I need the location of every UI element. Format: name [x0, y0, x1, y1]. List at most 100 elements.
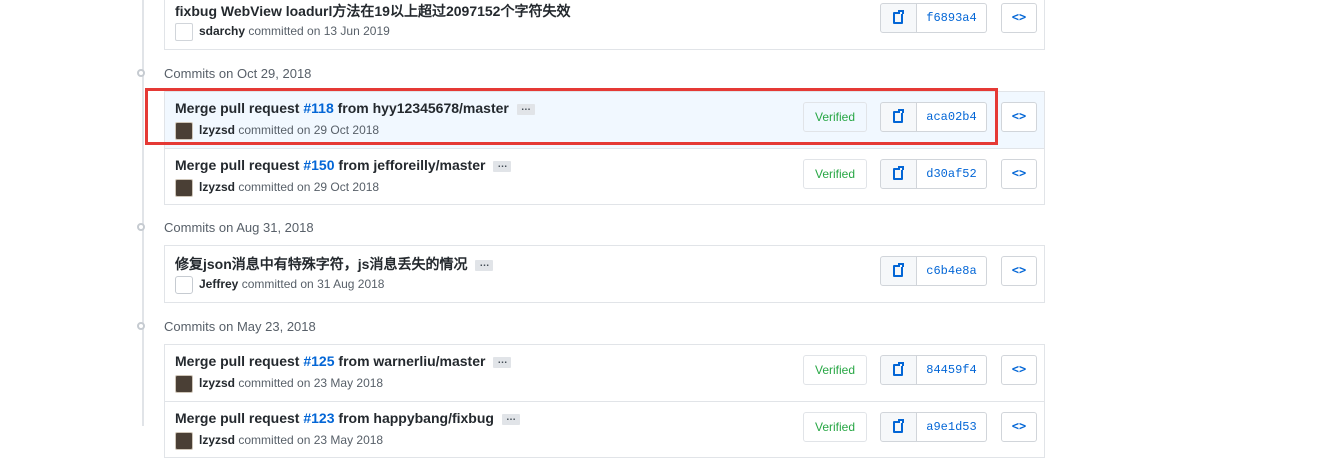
commit-meta: Jeffrey committed on 31 Aug 2018 [175, 276, 384, 294]
commit-row: Merge pull request #118 from hyy12345678… [165, 92, 1044, 148]
clipboard-icon [893, 419, 904, 433]
commit-message[interactable]: Merge pull request #125 from warnerliu/m… [175, 353, 512, 369]
expand-message-button[interactable]: … [475, 258, 494, 271]
sha-link[interactable]: a9e1d53 [917, 412, 987, 442]
commit-title-rest[interactable]: from hyy12345678/master [334, 100, 509, 116]
commit-row: fixbug WebView loadurl方法在19以上超过2097152个字… [165, 0, 1044, 49]
expand-message-button[interactable]: … [501, 412, 520, 425]
commit-group-box: fixbug WebView loadurl方法在19以上超过2097152个字… [164, 0, 1045, 50]
commit-title[interactable]: Merge pull request [175, 410, 303, 426]
commit-group-dot-icon [137, 69, 145, 77]
commit-title-rest[interactable]: from warnerliu/master [335, 353, 485, 369]
commit-title[interactable]: Merge pull request [175, 100, 303, 116]
sha-button-group: aca02b4 [880, 102, 987, 132]
copy-sha-button[interactable] [880, 412, 917, 442]
author-link[interactable]: lzyzsd [199, 433, 235, 447]
commit-title[interactable]: Merge pull request [175, 353, 303, 369]
author-link[interactable]: lzyzsd [199, 376, 235, 390]
sha-button-group: 84459f4 [880, 355, 987, 385]
copy-sha-button[interactable] [880, 256, 917, 286]
pull-request-link[interactable]: #123 [303, 410, 334, 426]
commit-meta: sdarchy committed on 13 Jun 2019 [175, 23, 390, 41]
sha-button-group: f6893a4 [880, 3, 987, 33]
pull-request-link[interactable]: #118 [303, 100, 333, 116]
author-link[interactable]: Jeffrey [199, 277, 238, 291]
commit-group-title: Commits on May 23, 2018 [164, 319, 316, 334]
commit-meta: lzyzsd committed on 23 May 2018 [175, 375, 383, 393]
commit-group-dot-icon [137, 223, 145, 231]
browse-code-button[interactable]: <> [1001, 355, 1037, 385]
commit-group-dot-icon [137, 322, 145, 330]
avatar[interactable] [175, 23, 193, 41]
commit-group-box: Merge pull request #125 from warnerliu/m… [164, 344, 1045, 458]
commit-date: committed on 29 Oct 2018 [238, 123, 380, 138]
avatar[interactable] [175, 122, 193, 140]
commit-group-box: Merge pull request #118 from hyy12345678… [164, 91, 1045, 205]
commit-group-title: Commits on Oct 29, 2018 [164, 66, 312, 81]
commit-title-rest[interactable]: from happybang/fixbug [335, 410, 494, 426]
clipboard-icon [893, 166, 904, 180]
author-link[interactable]: sdarchy [199, 24, 245, 38]
commit-title[interactable]: 修复json消息中有特殊字符，js消息丢失的情况 [175, 256, 467, 272]
author-link[interactable]: lzyzsd [199, 123, 235, 137]
commit-meta: lzyzsd committed on 29 Oct 2018 [175, 122, 379, 140]
copy-sha-button[interactable] [880, 355, 917, 385]
verified-badge[interactable]: Verified [803, 159, 867, 189]
sha-link[interactable]: 84459f4 [917, 355, 987, 385]
commit-title[interactable]: fixbug WebView loadurl方法在19以上超过2097152个字… [175, 3, 570, 19]
commit-group-title: Commits on Aug 31, 2018 [164, 220, 314, 235]
commit-title[interactable]: Merge pull request [175, 157, 303, 173]
sha-link[interactable]: c6b4e8a [917, 256, 987, 286]
copy-sha-button[interactable] [880, 159, 917, 189]
timeline-line [142, 0, 144, 426]
sha-link[interactable]: f6893a4 [917, 3, 987, 33]
commit-date: committed on 29 Oct 2018 [238, 180, 380, 195]
browse-code-button[interactable]: <> [1001, 412, 1037, 442]
clipboard-icon [893, 263, 904, 277]
commit-message[interactable]: 修复json消息中有特殊字符，js消息丢失的情况 … [175, 254, 494, 274]
verified-badge[interactable]: Verified [803, 355, 867, 385]
sha-button-group: d30af52 [880, 159, 987, 189]
browse-code-button[interactable]: <> [1001, 3, 1037, 33]
commit-title-rest[interactable]: from jefforeilly/master [335, 157, 485, 173]
clipboard-icon [893, 362, 904, 376]
commit-row: Merge pull request #123 from happybang/f… [165, 401, 1044, 457]
sha-link[interactable]: aca02b4 [917, 102, 987, 132]
sha-link[interactable]: d30af52 [917, 159, 987, 189]
pull-request-link[interactable]: #150 [303, 157, 334, 173]
avatar[interactable] [175, 375, 193, 393]
expand-message-button[interactable]: … [493, 355, 512, 368]
commit-row: Merge pull request #125 from warnerliu/m… [165, 345, 1044, 401]
author-link[interactable]: lzyzsd [199, 180, 235, 194]
copy-sha-button[interactable] [880, 3, 917, 33]
commit-row: 修复json消息中有特殊字符，js消息丢失的情况 … Jeffrey commit… [165, 246, 1044, 302]
commit-date: committed on 31 Aug 2018 [241, 277, 385, 292]
commit-message[interactable]: Merge pull request #118 from hyy12345678… [175, 100, 535, 116]
sha-button-group: a9e1d53 [880, 412, 987, 442]
pull-request-link[interactable]: #125 [303, 353, 334, 369]
browse-code-button[interactable]: <> [1001, 256, 1037, 286]
clipboard-icon [893, 109, 904, 123]
sha-button-group: c6b4e8a [880, 256, 987, 286]
verified-badge[interactable]: Verified [803, 412, 867, 442]
commit-meta: lzyzsd committed on 23 May 2018 [175, 432, 383, 450]
clipboard-icon [893, 10, 904, 24]
commit-message[interactable]: Merge pull request #150 from jefforeilly… [175, 157, 512, 173]
commit-date: committed on 13 Jun 2019 [248, 24, 390, 39]
commit-date: committed on 23 May 2018 [238, 376, 384, 391]
commit-row: Merge pull request #150 from jefforeilly… [165, 148, 1044, 204]
avatar[interactable] [175, 179, 193, 197]
avatar[interactable] [175, 432, 193, 450]
expand-message-button[interactable]: … [516, 102, 535, 115]
avatar[interactable] [175, 276, 193, 294]
copy-sha-button[interactable] [880, 102, 917, 132]
browse-code-button[interactable]: <> [1001, 102, 1037, 132]
expand-message-button[interactable]: … [493, 159, 512, 172]
commit-meta: lzyzsd committed on 29 Oct 2018 [175, 179, 379, 197]
commit-message[interactable]: fixbug WebView loadurl方法在19以上超过2097152个字… [175, 1, 570, 21]
commit-date: committed on 23 May 2018 [238, 433, 384, 448]
commit-group-box: 修复json消息中有特殊字符，js消息丢失的情况 … Jeffrey commit… [164, 245, 1045, 303]
verified-badge[interactable]: Verified [803, 102, 867, 132]
commit-message[interactable]: Merge pull request #123 from happybang/f… [175, 410, 520, 426]
browse-code-button[interactable]: <> [1001, 159, 1037, 189]
